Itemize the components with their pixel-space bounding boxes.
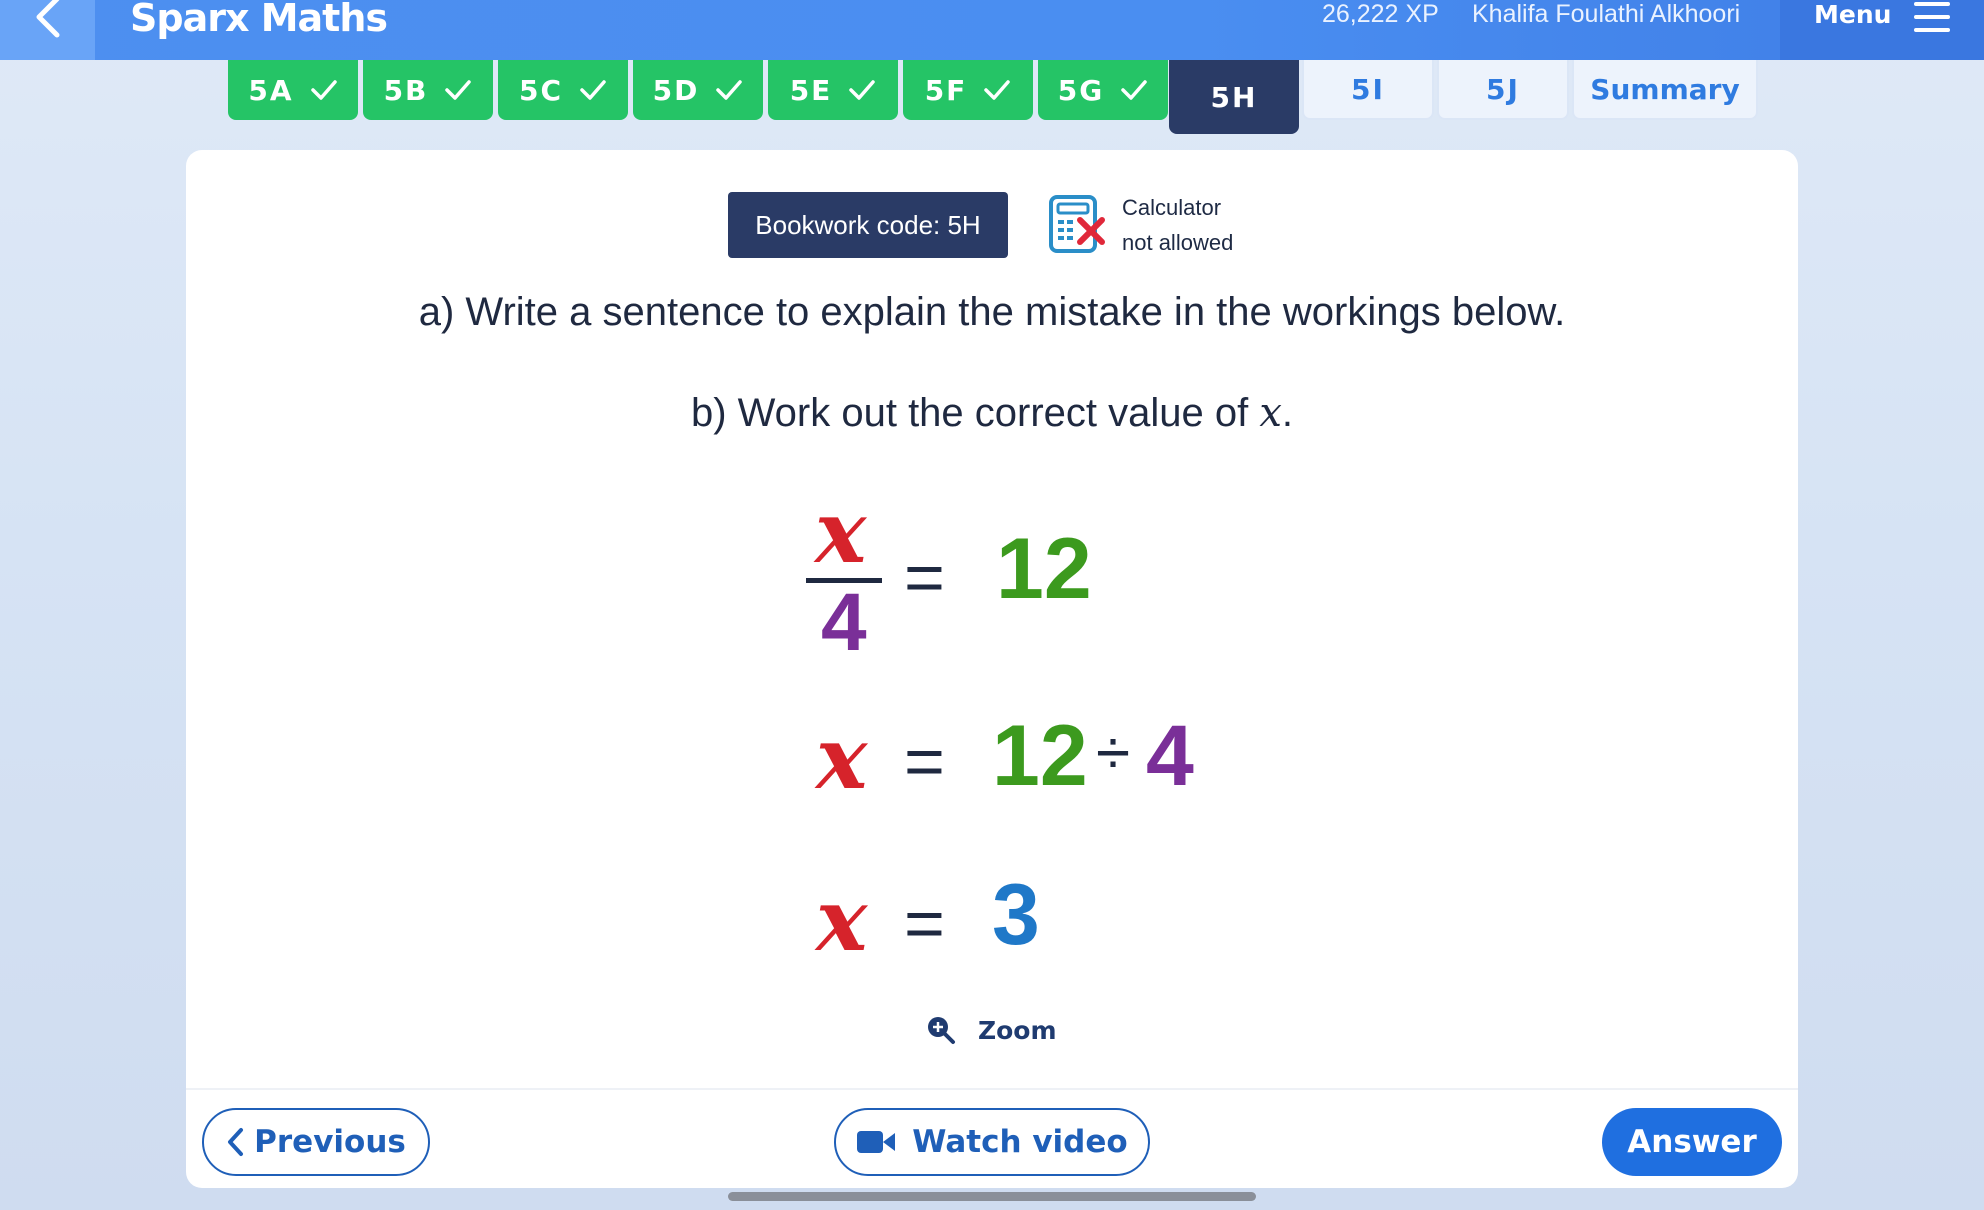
tab-label: 5I xyxy=(1351,72,1385,106)
check-icon xyxy=(310,80,337,100)
xp-counter: 26,222 XP xyxy=(1322,0,1439,28)
part-b-text: b) Work out the correct value of xyxy=(690,391,1260,435)
line3-result: 3 xyxy=(992,867,1040,963)
calculator-label: Calculator xyxy=(1122,195,1222,220)
tab-label: 5H xyxy=(1210,80,1258,114)
tab-summary[interactable]: Summary xyxy=(1572,60,1758,120)
tab-label: 5A xyxy=(248,73,294,107)
app-title: Sparx Maths xyxy=(130,0,388,40)
tab-5d[interactable]: 5D xyxy=(633,60,763,120)
line1-rhs: 12 xyxy=(996,521,1092,617)
watch-video-button[interactable]: Watch video xyxy=(834,1108,1150,1176)
fraction-numerator: x xyxy=(815,482,867,583)
bookwork-code: Bookwork code: 5H xyxy=(728,192,1008,258)
menu-label: Menu xyxy=(1814,0,1892,29)
question-part-a: a) Write a sentence to explain the mista… xyxy=(418,290,1566,334)
tab-label: 5D xyxy=(652,73,700,107)
fraction-denominator: 4 xyxy=(821,577,867,668)
back-chevron-icon xyxy=(36,0,59,38)
answer-label: Answer xyxy=(1627,1124,1757,1160)
tab-5h[interactable]: 5H xyxy=(1169,60,1299,134)
check-icon xyxy=(1121,80,1147,100)
tab-5a[interactable]: 5A xyxy=(228,60,358,120)
hamburger-icon xyxy=(1914,0,1950,34)
tab-5j[interactable]: 5J xyxy=(1437,60,1569,120)
tab-5f[interactable]: 5F xyxy=(903,60,1033,120)
tab-label: Summary xyxy=(1590,72,1740,106)
check-icon xyxy=(580,80,606,100)
question-card: Bookwork code: 5H Calculator not allowed… xyxy=(186,150,1798,1188)
zoom-button[interactable]: Zoom xyxy=(926,1012,1057,1048)
tab-label: 5B xyxy=(383,73,429,107)
line2-divisor: 4 xyxy=(1146,708,1194,804)
equals-sign: = xyxy=(904,722,945,800)
part-b-suffix: . xyxy=(1281,391,1294,435)
zoom-label: Zoom xyxy=(978,1015,1057,1045)
tab-5c[interactable]: 5C xyxy=(498,60,628,120)
top-bar: Sparx Maths 26,222 XP Khalifa Foulathi A… xyxy=(0,0,1984,60)
divide-sign: ÷ xyxy=(1096,719,1131,788)
line2-variable: x xyxy=(816,708,868,809)
tab-5e[interactable]: 5E xyxy=(768,60,898,120)
tab-5b[interactable]: 5B xyxy=(363,60,493,120)
calculator-not-allowed-icon xyxy=(1049,195,1105,253)
check-icon xyxy=(849,80,876,100)
menu-button[interactable]: Menu xyxy=(1780,0,1984,60)
footer-divider xyxy=(186,1088,1798,1090)
tab-5g[interactable]: 5G xyxy=(1038,60,1168,120)
tab-5i[interactable]: 5I xyxy=(1302,60,1434,120)
calculator-status: Calculator not allowed xyxy=(1122,190,1233,260)
username: Khalifa Foulathi Alkhoori xyxy=(1472,0,1741,28)
check-icon xyxy=(716,80,743,100)
tab-label: 5J xyxy=(1486,72,1520,106)
zoom-in-icon xyxy=(928,1017,955,1044)
question-part-b: b) Work out the correct value of x. xyxy=(186,390,1798,436)
line3-variable: x xyxy=(816,870,868,971)
video-camera-icon xyxy=(857,1131,896,1153)
equals-sign: = xyxy=(904,884,945,962)
tab-label: 5G xyxy=(1057,73,1105,107)
tab-label: 5F xyxy=(924,73,968,107)
calculator-rule: not allowed xyxy=(1122,230,1234,255)
chevron-left-icon xyxy=(228,1128,244,1156)
tab-label: 5E xyxy=(789,73,833,107)
watch-video-label: Watch video xyxy=(912,1124,1128,1160)
previous-label: Previous xyxy=(254,1124,406,1160)
back-button[interactable] xyxy=(0,0,95,60)
line2-dividend: 12 xyxy=(992,708,1088,804)
home-indicator xyxy=(728,1192,1256,1201)
part-b-variable: x xyxy=(1259,390,1282,436)
check-icon xyxy=(445,80,472,100)
previous-button[interactable]: Previous xyxy=(202,1108,430,1176)
check-icon xyxy=(984,80,1011,100)
answer-button[interactable]: Answer xyxy=(1602,1108,1782,1176)
tab-label: 5C xyxy=(518,73,564,107)
equals-sign: = xyxy=(904,538,945,616)
